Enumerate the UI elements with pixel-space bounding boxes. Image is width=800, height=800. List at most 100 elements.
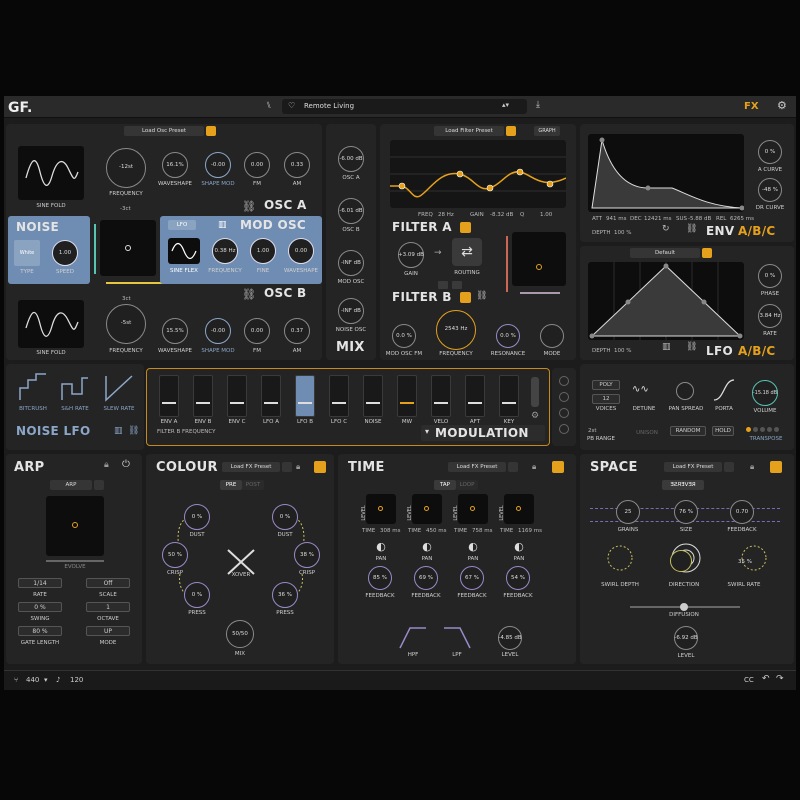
modulation-settings-icon[interactable]: ⚙: [531, 411, 539, 421]
arp-rate-value[interactable]: 1/14: [18, 578, 62, 588]
colour-pre-tab[interactable]: PRE: [220, 480, 242, 490]
filter-xy-pad[interactable]: [512, 232, 566, 286]
osc-b-wave-display[interactable]: [18, 300, 84, 348]
sample-hold-icon[interactable]: [60, 372, 90, 402]
tuning-value[interactable]: 440: [26, 676, 39, 684]
arp-lock-icon[interactable]: 🔒︎: [104, 460, 109, 470]
space-lock-icon[interactable]: 🔒︎: [750, 462, 754, 472]
filter-b-power-button[interactable]: [460, 292, 471, 303]
diffusion-slider[interactable]: [630, 603, 740, 611]
tap-pad[interactable]: [504, 494, 534, 524]
bpm-value[interactable]: 120: [70, 676, 83, 684]
arp-random-button[interactable]: [94, 480, 104, 490]
colour-preset-bar[interactable]: Load FX Preset: [222, 462, 280, 472]
mod-slot[interactable]: [363, 375, 383, 417]
noise-level-slider[interactable]: [94, 224, 96, 274]
colour-save-button[interactable]: [282, 462, 292, 472]
pan-icon[interactable]: ◐: [510, 540, 528, 554]
arp-mode-button[interactable]: ARP: [50, 480, 92, 490]
mod-slot[interactable]: [465, 375, 485, 417]
side-button-2[interactable]: [559, 392, 569, 402]
bitcrush-icon[interactable]: [18, 372, 48, 402]
time-lock-icon[interactable]: 🔒︎: [532, 462, 536, 472]
arp-octave-value[interactable]: 1: [86, 602, 130, 612]
mod-slot[interactable]: [499, 375, 519, 417]
piano-icon[interactable]: ▥: [218, 220, 227, 230]
noise-lfo-piano-icon[interactable]: ▥: [114, 426, 123, 436]
arp-swing-value[interactable]: 0 %: [18, 602, 62, 612]
voices-value[interactable]: 12: [592, 394, 620, 404]
mod-osc-mode-selector[interactable]: LFO: [168, 220, 196, 230]
unison-button[interactable]: UNISON: [632, 430, 662, 436]
side-button-4[interactable]: [559, 424, 569, 434]
mod-slot[interactable]: [193, 375, 213, 417]
time-power-button[interactable]: [552, 461, 564, 473]
space-preset-bar[interactable]: Load FX Preset: [664, 462, 722, 472]
colour-post-tab[interactable]: POST: [242, 480, 264, 490]
filter-a-power-button[interactable]: [460, 222, 471, 233]
mod-osc-wave-display[interactable]: [168, 238, 200, 264]
osc-a-link-icon[interactable]: ⛓: [242, 200, 256, 213]
preset-selector[interactable]: ♡ Remote Living ▴▾: [282, 99, 527, 114]
poly-selector[interactable]: POLY: [592, 380, 620, 390]
filter-level-slider[interactable]: [506, 236, 508, 292]
gear-icon[interactable]: ⚙: [777, 99, 787, 112]
hpf-icon[interactable]: [398, 626, 428, 650]
filter-b-link-icon[interactable]: ⛓: [476, 291, 487, 301]
preset-nav-icon[interactable]: ▴▾: [502, 101, 509, 109]
time-save-button[interactable]: [508, 462, 518, 472]
side-button-1[interactable]: [559, 376, 569, 386]
mod-slot[interactable]: [295, 375, 315, 417]
time-loop-tab[interactable]: LOOP: [456, 480, 478, 490]
lfo-mode-icon[interactable]: ▥: [662, 342, 671, 352]
lfo-graph[interactable]: [588, 262, 744, 340]
pan-icon[interactable]: ◐: [464, 540, 482, 554]
filter-key-button[interactable]: [452, 281, 462, 289]
modulation-selector[interactable]: ▾ MODULATION: [421, 425, 545, 441]
heart-icon[interactable]: ♡: [288, 101, 295, 110]
mod-slot[interactable]: [431, 375, 451, 417]
detune-wave-icon[interactable]: ∿∿: [632, 384, 658, 395]
lfo-abc-selector[interactable]: A/B/C: [738, 344, 776, 358]
filter-option-button[interactable]: [438, 281, 448, 289]
filter-preset-bar[interactable]: Load Filter Preset: [434, 126, 504, 136]
mod-slot[interactable]: [397, 375, 417, 417]
hold-button[interactable]: HOLD: [712, 426, 734, 436]
space-power-button[interactable]: [770, 461, 782, 473]
arp-xy-pad[interactable]: [46, 496, 104, 556]
filter-mode-knob[interactable]: [540, 324, 564, 348]
mod-slot[interactable]: [329, 375, 349, 417]
dropdown-icon[interactable]: ▾: [44, 676, 48, 684]
envelope-graph[interactable]: [588, 134, 745, 212]
noise-type-selector[interactable]: White: [14, 240, 40, 266]
colour-power-button[interactable]: [314, 461, 326, 473]
routing-button[interactable]: ⇄: [452, 238, 482, 266]
space-mode-button[interactable]: REVERSE: [662, 480, 704, 490]
direction-knob[interactable]: [670, 550, 692, 572]
osc-save-button[interactable]: [206, 126, 216, 136]
osc-b-link-icon[interactable]: ⛓: [242, 288, 256, 301]
save-icon[interactable]: ⤓: [536, 100, 540, 110]
pan-spread-knob[interactable]: [676, 382, 694, 400]
modulation-scrollbar[interactable]: [531, 377, 539, 407]
porta-icon[interactable]: [712, 378, 736, 402]
envelope-link-icon[interactable]: ⛓: [686, 224, 697, 234]
osc-a-wave-display[interactable]: [18, 146, 84, 200]
fx-button[interactable]: FX: [744, 101, 759, 112]
lfo-save-button[interactable]: [702, 248, 712, 258]
arp-scale-value[interactable]: Off: [86, 578, 130, 588]
mod-slot[interactable]: [261, 375, 281, 417]
filter-graph-toggle[interactable]: GRAPH: [534, 126, 560, 136]
transpose-dots[interactable]: [746, 426, 786, 432]
evolve-slider[interactable]: [46, 560, 104, 562]
browser-icon[interactable]: ⑊: [266, 101, 271, 111]
tap-pad[interactable]: [412, 494, 442, 524]
undo-icon[interactable]: ↶: [762, 674, 770, 684]
filter-save-button[interactable]: [506, 126, 516, 136]
xover-label[interactable]: XOVER: [226, 572, 256, 578]
tap-pad[interactable]: [458, 494, 488, 524]
arp-mode-value[interactable]: UP: [86, 626, 130, 636]
side-button-3[interactable]: [559, 408, 569, 418]
time-tap-tab[interactable]: TAP: [434, 480, 456, 490]
lfo-preset-bar[interactable]: Default: [630, 248, 700, 258]
